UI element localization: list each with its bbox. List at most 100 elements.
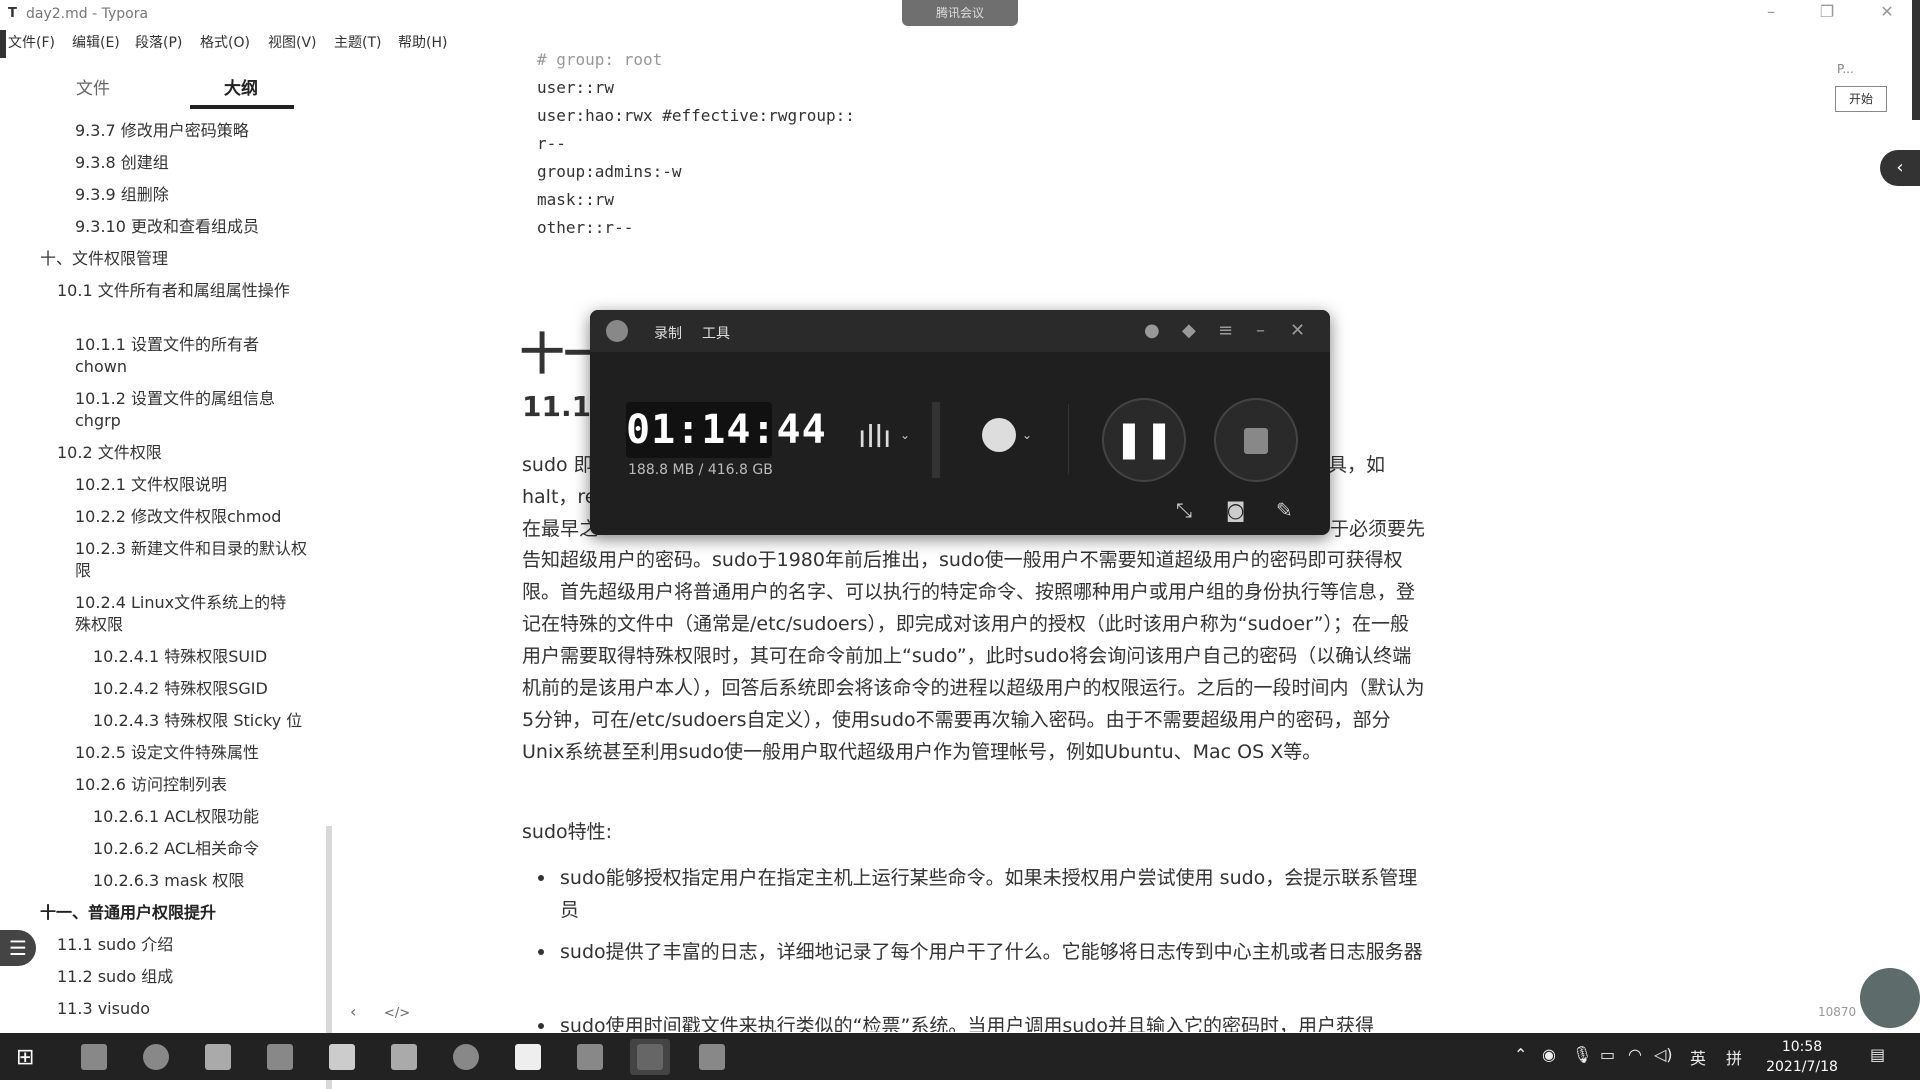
outline-item[interactable]: 十、文件权限管理 <box>40 248 310 270</box>
code-line: user::rw <box>537 78 615 97</box>
outline-item[interactable]: 9.3.10 更改和查看组成员 <box>75 216 315 238</box>
user-icon[interactable]: ● <box>1144 320 1160 341</box>
pause-button[interactable]: ❚❚ <box>1102 398 1186 482</box>
menu-help[interactable]: 帮助(H) <box>398 32 447 52</box>
menu-view[interactable]: 视图(V) <box>268 32 317 52</box>
paragraph-sudo-intro[interactable]: 告知超级用户的密码。sudo于1980年前后推出，sudo使一般用户不需要知道超… <box>522 544 1428 768</box>
start-button[interactable]: 开始 <box>1835 86 1887 112</box>
audio-waveform-icon[interactable]: ıllı <box>858 420 891 455</box>
chevron-down-icon[interactable]: ⌄ <box>900 428 910 442</box>
collapse-panel-button[interactable]: ‹ <box>1880 150 1920 186</box>
clock-date: 2021/7/18 <box>1766 1059 1838 1075</box>
menu-paragraph[interactable]: 段落(P) <box>135 32 182 52</box>
camera-icon[interactable]: ◙ <box>1226 498 1245 522</box>
minimize-icon[interactable]: – <box>1256 320 1265 341</box>
outline-toggle-icon[interactable]: ☰ <box>0 930 36 966</box>
outline-item[interactable]: 10.2.6 访问控制列表 <box>75 774 315 796</box>
outline-item[interactable]: 11.3 visudo <box>57 998 297 1020</box>
meeting-indicator[interactable]: 腾讯会议 <box>902 0 1018 26</box>
taskbar-app[interactable] <box>74 1039 114 1075</box>
source-code-mode-icon[interactable]: </> <box>384 1006 410 1021</box>
outline-item[interactable]: 10.1.2 设置文件的属组信息chgrp <box>75 388 295 432</box>
system-clock[interactable]: 10:58 2021/7/18 <box>1762 1037 1842 1077</box>
outline-item[interactable]: 10.2.5 设定文件特殊属性 <box>75 742 315 764</box>
outline-item-active[interactable]: 十一、普通用户权限提升 <box>40 902 310 924</box>
paragraph-features-label[interactable]: sudo特性: <box>522 816 1428 848</box>
outline-item[interactable]: 10.2.3 新建文件和目录的默认权限 <box>75 538 315 582</box>
menu-icon[interactable]: ≡ <box>1218 320 1233 341</box>
menu-edit[interactable]: 编辑(E) <box>72 32 120 52</box>
outline-item[interactable]: 10.2.1 文件权限说明 <box>75 474 315 496</box>
close-icon[interactable]: ✕ <box>1290 320 1305 341</box>
taskbar-app[interactable] <box>260 1039 300 1075</box>
recording-timer: 01:14:44 <box>626 402 826 458</box>
code-line: r-- <box>537 134 566 153</box>
chevron-down-icon[interactable]: ⌄ <box>1022 428 1032 442</box>
word-count[interactable]: 10870 <box>1818 1005 1856 1019</box>
volume-icon[interactable]: ◁) <box>1654 1045 1673 1064</box>
outline-item[interactable]: 10.1.1 设置文件的所有者chown <box>75 334 285 378</box>
input-language[interactable]: 英 <box>1690 1045 1706 1069</box>
taskbar-app[interactable] <box>198 1039 238 1075</box>
tab-files[interactable]: 文件 <box>76 74 110 99</box>
recorder-tab-tools[interactable]: 工具 <box>702 323 730 343</box>
maximize-button[interactable]: ❐ <box>1812 2 1842 21</box>
notification-icon[interactable]: ▤ <box>1870 1045 1885 1064</box>
microphone-icon[interactable]: 🎙 <box>1572 1045 1592 1064</box>
taskbar-app[interactable] <box>692 1039 732 1075</box>
code-block[interactable]: # group: root user::rw user:hao:rwx #eff… <box>537 46 855 242</box>
outline-item[interactable]: 10.2.4.3 特殊权限 Sticky 位 <box>93 710 318 732</box>
code-line: # group: root <box>537 50 663 69</box>
taskbar-app-recorder[interactable] <box>630 1039 670 1075</box>
close-button[interactable]: ✕ <box>1872 2 1902 21</box>
outline-item[interactable]: 10.2.6.1 ACL权限功能 <box>93 806 313 828</box>
minimize-button[interactable]: – <box>1756 2 1786 21</box>
outline-item[interactable]: 9.3.7 修改用户密码策略 <box>75 120 315 142</box>
webcam-icon[interactable] <box>982 418 1016 452</box>
taskbar-app-typora[interactable] <box>508 1039 548 1075</box>
battery-icon[interactable]: ▭ <box>1600 1045 1615 1064</box>
outline-item[interactable]: 10.2.6.2 ACL相关命令 <box>93 838 313 860</box>
code-line: group:admins:-w <box>537 162 682 181</box>
outline-item[interactable]: 10.2.4.1 特殊权限SUID <box>93 646 313 668</box>
sidebar-back-icon[interactable]: ‹ <box>350 1002 356 1021</box>
avatar[interactable] <box>1860 968 1920 1028</box>
stop-button[interactable] <box>1214 398 1298 482</box>
outline-item[interactable]: 9.3.8 创建组 <box>75 152 315 174</box>
taskbar-app[interactable] <box>136 1039 176 1075</box>
outline-item[interactable]: 10.2 文件权限 <box>57 442 307 464</box>
pen-icon[interactable]: ✎ <box>1276 498 1293 522</box>
outline-item[interactable]: 10.2.2 修改文件权限chmod <box>75 506 315 528</box>
paragraph-fragment: 具，如 <box>1328 454 1386 476</box>
outline-item[interactable]: 10.2.6.3 mask 权限 <box>93 870 313 892</box>
shrink-icon[interactable]: ⤡ <box>1176 498 1192 522</box>
windows-start-icon[interactable]: ⊞ <box>16 1045 34 1070</box>
chevron-up-icon[interactable]: ⌃ <box>1514 1045 1527 1064</box>
menu-theme[interactable]: 主题(T) <box>334 32 381 52</box>
chat-icon[interactable]: ◆ <box>1182 320 1196 341</box>
taskbar-app[interactable] <box>446 1039 486 1075</box>
outline-item[interactable]: 10.1 文件所有者和属组属性操作 <box>57 280 297 302</box>
tray-app-icon[interactable]: ◉ <box>1542 1045 1556 1064</box>
ime-mode[interactable]: 拼 <box>1726 1045 1742 1069</box>
outline-item[interactable]: 10.2.4 Linux文件系统上的特殊权限 <box>75 592 300 636</box>
heading-2[interactable]: 11.1 <box>522 390 591 423</box>
outline-item[interactable]: 9.3.9 组删除 <box>75 184 315 206</box>
wifi-icon[interactable]: ◠ <box>1628 1045 1642 1064</box>
sidebar-tabs: 文件 大纲 <box>0 58 335 110</box>
list-item[interactable]: sudo使用时间戳文件来执行类似的“检票”系统。当用户调用sudo并且输入它的密… <box>522 1010 1428 1032</box>
outline-item[interactable]: 11.1 sudo 介绍 <box>57 934 297 956</box>
volume-meter <box>932 402 940 478</box>
menu-file[interactable]: 文件(F) <box>8 32 55 52</box>
taskbar-app[interactable] <box>384 1039 424 1075</box>
title-bar: T day2.md - Typora 腾讯会议 – ❐ ✕ <box>0 0 1920 28</box>
taskbar-app[interactable] <box>322 1039 362 1075</box>
tab-outline[interactable]: 大纲 <box>224 74 258 99</box>
outline-item[interactable]: 10.2.4.2 特殊权限SGID <box>93 678 313 700</box>
paragraph-fragment: 在最早之 <box>522 518 599 540</box>
editor-scrollbar[interactable] <box>1912 0 1920 120</box>
menu-format[interactable]: 格式(O) <box>200 32 250 52</box>
outline-item[interactable]: 11.2 sudo 组成 <box>57 966 297 988</box>
taskbar-app[interactable] <box>570 1039 610 1075</box>
recorder-tab-record[interactable]: 录制 <box>654 323 682 343</box>
